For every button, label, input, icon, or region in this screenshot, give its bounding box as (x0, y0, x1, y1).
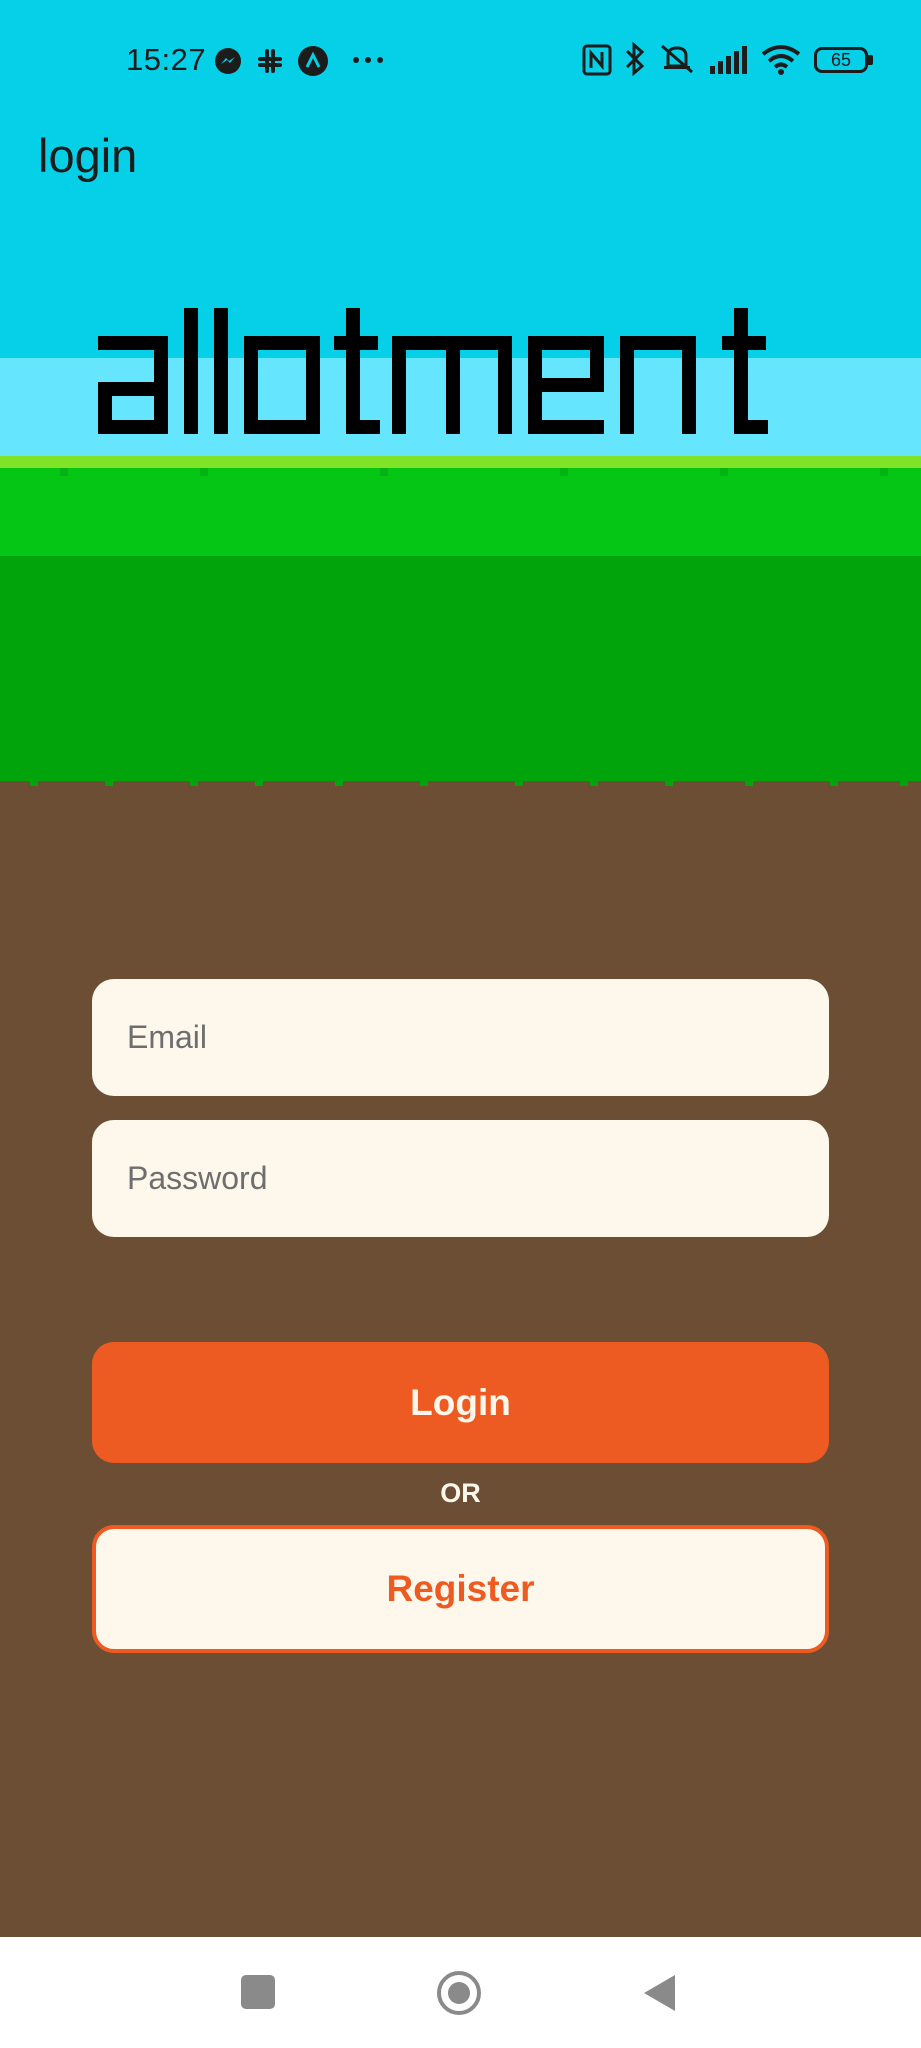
nfc-icon (582, 44, 612, 76)
battery-tip (868, 55, 873, 65)
email-input[interactable] (127, 979, 829, 1096)
or-separator: OR (440, 1478, 481, 1508)
bluetooth-icon (625, 42, 645, 76)
recents-icon[interactable] (241, 1975, 275, 2009)
signal-icon (710, 46, 747, 74)
register-button[interactable]: Register (92, 1525, 829, 1653)
register-button-label: Register (386, 1568, 535, 1609)
status-time: 15:27 (126, 42, 207, 77)
navigation-bar (0, 1937, 921, 2048)
login-button[interactable]: Login (92, 1342, 829, 1463)
messenger-icon (215, 48, 241, 74)
wifi-icon (761, 45, 801, 75)
battery-icon: 65 (814, 47, 868, 73)
page-title: login (38, 129, 138, 182)
password-field[interactable] (92, 1120, 829, 1237)
battery-level: 65 (830, 49, 852, 70)
allotment-logo (98, 308, 768, 434)
arc-icon (298, 46, 328, 76)
password-input[interactable] (127, 1120, 829, 1237)
back-icon[interactable] (642, 1973, 676, 2013)
more-icon (353, 57, 383, 63)
mute-icon (661, 44, 693, 74)
slack-icon (258, 49, 282, 73)
status-bar: 15:27 65 (0, 0, 921, 120)
grass-illustration (0, 456, 921, 786)
email-field[interactable] (92, 979, 829, 1096)
login-button-label: Login (410, 1381, 511, 1423)
home-icon[interactable] (436, 1970, 482, 2016)
